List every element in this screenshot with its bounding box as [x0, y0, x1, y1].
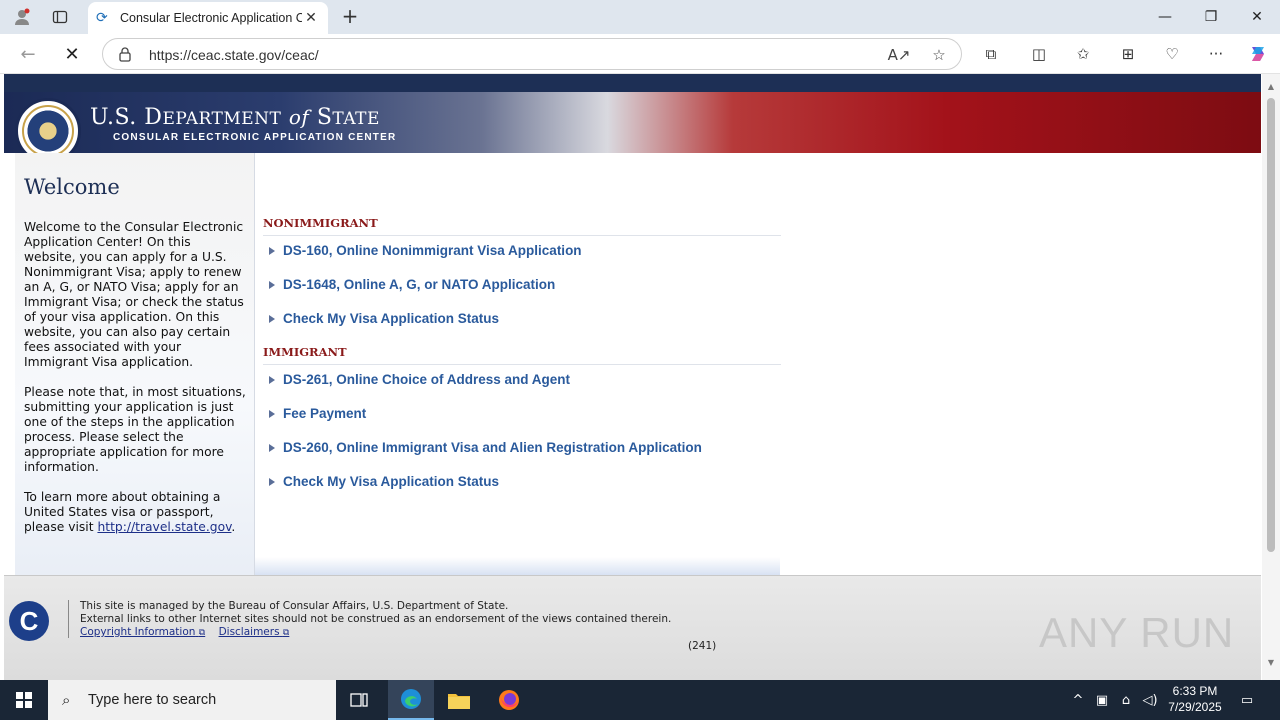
browser-toolbar: ← ✕ https://ceac.state.gov/ceac/ A↗ ☆ ⧉ … — [0, 34, 1280, 74]
section-divider — [263, 235, 781, 236]
ds1648-link[interactable]: DS-1648, Online A, G, or NATO Applicatio… — [269, 277, 555, 292]
maximize-icon[interactable]: ❐ — [1188, 0, 1234, 34]
header-banner: U.S. DEPARTMENT of STATE CONSULAR ELECTR… — [4, 92, 1261, 164]
check-status-nonimmigrant-link[interactable]: Check My Visa Application Status — [269, 311, 499, 326]
disclaimers-link[interactable]: Disclaimers ⧉ — [219, 626, 290, 638]
travel-state-link[interactable]: http://travel.state.gov — [97, 520, 231, 534]
external-link-icon: ⧉ — [282, 628, 290, 638]
fee-payment-link[interactable]: Fee Payment — [269, 406, 366, 421]
ceac-logo-icon: C — [9, 601, 49, 641]
loading-icon: ⟳ — [96, 10, 108, 26]
panel-bottom-gradient — [255, 557, 780, 575]
window-close-icon[interactable]: ✕ — [1234, 0, 1280, 34]
profile-icon[interactable] — [10, 5, 34, 29]
notification-icon[interactable]: ▭ — [1237, 690, 1257, 710]
tab-title: Consular Electronic Application Center — [120, 11, 302, 25]
favorites-icon[interactable]: ✩ — [1072, 43, 1094, 65]
footer-managed-text: This site is managed by the Bureau of Co… — [80, 600, 509, 612]
windows-logo-icon — [16, 692, 32, 708]
search-icon: ⌕ — [62, 691, 71, 709]
footer-count: (241) — [688, 640, 717, 652]
vertical-scrollbar[interactable]: ▲ ▼ — [1262, 74, 1280, 680]
browser-tab[interactable]: ⟳ Consular Electronic Application Center… — [88, 2, 328, 34]
scroll-down-icon[interactable]: ▼ — [1265, 658, 1277, 668]
collections-icon[interactable]: ⊞ — [1117, 43, 1139, 65]
check-status-immigrant-link[interactable]: Check My Visa Application Status — [269, 474, 499, 489]
arrow-right-icon — [269, 477, 275, 486]
welcome-paragraph: Welcome to the Consular Electronic Appli… — [24, 220, 244, 369]
arrow-right-icon — [269, 314, 275, 323]
start-button[interactable] — [0, 680, 48, 720]
scroll-thumb[interactable] — [1267, 98, 1275, 552]
chevron-up-icon[interactable]: ^ — [1068, 690, 1088, 710]
footer-links: Copyright Information ⧉ Disclaimers ⧉ — [80, 626, 299, 638]
new-tab-button[interactable]: + — [338, 5, 362, 29]
arrow-right-icon — [269, 443, 275, 452]
page-viewport: U.S. DEPARTMENT of STATE CONSULAR ELECTR… — [0, 74, 1280, 680]
arrow-right-icon — [269, 280, 275, 289]
firefox-icon[interactable] — [486, 680, 532, 720]
banner-title: U.S. DEPARTMENT of STATE — [90, 105, 380, 130]
ceac-page: U.S. DEPARTMENT of STATE CONSULAR ELECTR… — [4, 74, 1261, 680]
anyrun-watermark: ANY RUN — [1039, 609, 1235, 656]
top-strip — [4, 74, 1261, 92]
taskbar-clock[interactable]: 6:33 PM 7/29/2025 — [1166, 683, 1224, 715]
close-icon[interactable]: ✕ — [302, 10, 320, 26]
banner-subtitle: CONSULAR ELECTRONIC APPLICATION CENTER — [113, 132, 397, 143]
windows-taskbar: ⌕ Type here to search ^ ▣ ⌂ ◁) 6:33 PM 7… — [0, 680, 1280, 720]
ds261-link[interactable]: DS-261, Online Choice of Address and Age… — [269, 372, 570, 387]
taskbar-search[interactable]: ⌕ Type here to search — [48, 680, 336, 720]
task-view-icon[interactable] — [336, 680, 382, 720]
nonimmigrant-heading: NONIMMIGRANT — [263, 216, 378, 230]
extensions-icon[interactable]: ⧉ — [980, 43, 1002, 65]
copyright-link[interactable]: Copyright Information ⧉ — [80, 626, 205, 638]
applications-panel: NONIMMIGRANT DS-160, Online Nonimmigrant… — [255, 153, 783, 575]
external-link-icon: ⧉ — [198, 628, 206, 638]
address-bar[interactable]: https://ceac.state.gov/ceac/ A↗ ☆ — [102, 38, 962, 70]
note-paragraph: Please note that, in most situations, su… — [24, 385, 246, 474]
footer-divider — [68, 600, 69, 638]
copilot-icon[interactable] — [1247, 43, 1269, 65]
minimize-icon[interactable]: — — [1142, 0, 1188, 34]
volume-icon[interactable]: ◁) — [1140, 690, 1160, 710]
learn-more-paragraph: To learn more about obtaining a United S… — [24, 490, 236, 534]
arrow-right-icon — [269, 409, 275, 418]
page-footer: C This site is managed by the Bureau of … — [4, 575, 1261, 680]
read-aloud-icon[interactable]: A↗ — [888, 45, 911, 65]
browser-titlebar: ⟳ Consular Electronic Application Center… — [0, 0, 1280, 34]
network-icon[interactable]: ⌂ — [1116, 690, 1136, 710]
favorite-icon[interactable]: ☆ — [929, 45, 949, 65]
ds160-link[interactable]: DS-160, Online Nonimmigrant Visa Applica… — [269, 243, 582, 258]
search-placeholder[interactable]: Type here to search — [88, 692, 216, 708]
more-icon[interactable]: ··· — [1205, 43, 1227, 65]
meet-now-icon[interactable]: ▣ — [1092, 690, 1112, 710]
edge-taskbar-icon[interactable] — [388, 680, 434, 720]
tab-actions-icon[interactable] — [48, 5, 72, 29]
lock-icon[interactable] — [117, 46, 133, 62]
browser-essentials-icon[interactable]: ♡ — [1161, 43, 1183, 65]
immigrant-heading: IMMIGRANT — [263, 345, 347, 359]
stop-icon[interactable]: ✕ — [58, 40, 86, 68]
section-divider — [263, 364, 781, 365]
welcome-heading: Welcome — [24, 175, 120, 199]
arrow-right-icon — [269, 246, 275, 255]
ds260-link[interactable]: DS-260, Online Immigrant Visa and Alien … — [269, 440, 702, 455]
scroll-up-icon[interactable]: ▲ — [1265, 82, 1277, 92]
welcome-sidebar: Welcome Welcome to the Consular Electron… — [15, 153, 255, 575]
footer-external-text: External links to other Internet sites s… — [80, 613, 672, 625]
split-screen-icon[interactable]: ◫ — [1028, 43, 1050, 65]
url-text[interactable]: https://ceac.state.gov/ceac/ — [149, 47, 319, 63]
arrow-right-icon — [269, 375, 275, 384]
back-icon[interactable]: ← — [14, 40, 42, 68]
file-explorer-icon[interactable] — [436, 680, 482, 720]
